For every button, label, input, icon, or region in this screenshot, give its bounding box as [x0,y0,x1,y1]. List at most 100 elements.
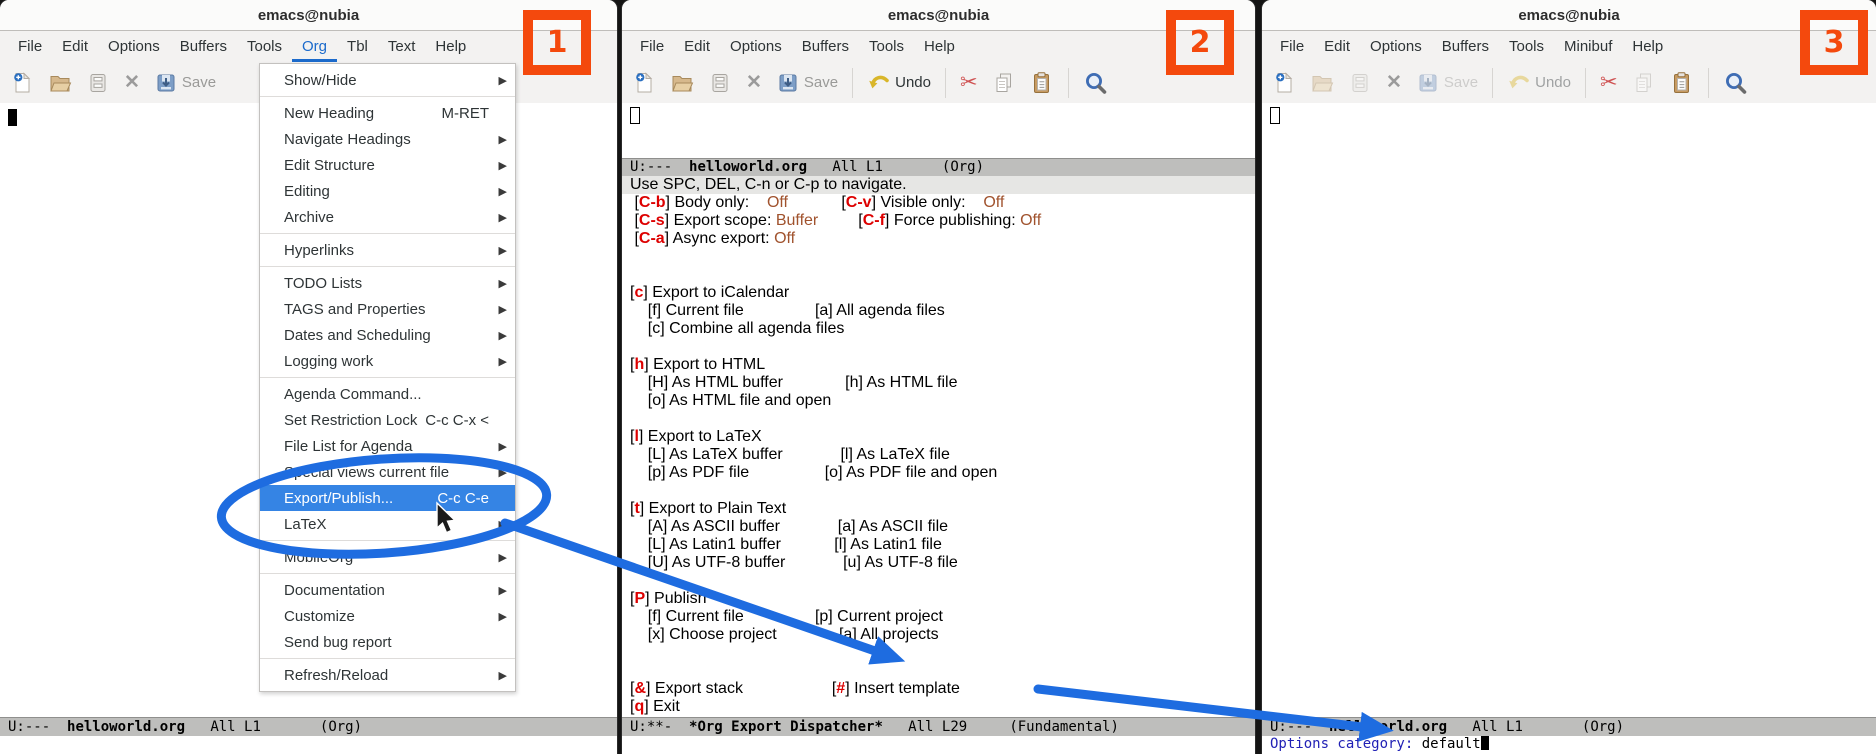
menu-item-label: Customize [284,608,495,625]
menu-tools[interactable]: Tools [859,31,914,62]
menu-item-send-bug-report[interactable]: Send bug report [260,629,515,655]
submenu-arrow-icon: ▶ [495,610,507,623]
menu-item-dates-and-scheduling[interactable]: Dates and Scheduling▶ [260,322,515,348]
window-title: emacs@nubia [1518,7,1619,24]
menu-help[interactable]: Help [1622,31,1673,62]
menu-item-hyperlinks[interactable]: Hyperlinks▶ [260,237,515,263]
search-button[interactable] [1083,70,1109,96]
title-bar[interactable]: emacs@nubia [1262,0,1876,31]
menu-item-label: TODO Lists [284,275,495,292]
copy-pages-button[interactable] [992,71,1016,95]
menu-edit[interactable]: Edit [1314,31,1360,62]
submenu-arrow-icon: ▶ [495,303,507,316]
save-floppy-icon [1416,71,1440,95]
dispatcher-line [622,338,1255,356]
new-file-button[interactable] [10,71,34,95]
menu-item-label: Navigate Headings [284,131,495,148]
copy-pages-button[interactable] [1632,71,1656,95]
menu-tbl[interactable]: Tbl [337,31,378,62]
menu-item-mobileorg[interactable]: MobileOrg▶ [260,544,515,570]
menu-options[interactable]: Options [720,31,792,62]
menu-item-editing[interactable]: Editing▶ [260,178,515,204]
save-drawer-button[interactable] [708,71,732,95]
open-folder-button[interactable] [48,71,72,95]
menu-item-refresh-reload[interactable]: Refresh/Reload▶ [260,662,515,688]
menu-edit[interactable]: Edit [52,31,98,62]
org-export-dispatcher[interactable]: Use SPC, DEL, C-n or C-p to navigate. [C… [622,176,1255,716]
toolbar: ✕ Save Undo ✂ [622,62,1255,104]
save-floppy-button[interactable]: Save [1416,71,1478,95]
toolbar-separator [852,68,853,98]
menu-file[interactable]: File [630,31,674,62]
menu-item-customize[interactable]: Customize▶ [260,603,515,629]
menu-item-tags-and-properties[interactable]: TAGS and Properties▶ [260,296,515,322]
menu-item-todo-lists[interactable]: TODO Lists▶ [260,270,515,296]
menu-item-documentation[interactable]: Documentation▶ [260,577,515,603]
screenshot-root: emacs@nubia FileEditOptionsBuffersToolsO… [0,0,1876,754]
save-drawer-button[interactable] [86,71,110,95]
menu-item-archive[interactable]: Archive▶ [260,204,515,230]
new-file-button[interactable] [1272,71,1296,95]
menu-item-latex[interactable]: LaTeX▶ [260,511,515,537]
menu-buffers[interactable]: Buffers [792,31,859,62]
menu-tools[interactable]: Tools [237,31,292,62]
menu-item-navigate-headings[interactable]: Navigate Headings▶ [260,126,515,152]
title-bar[interactable]: emacs@nubia [622,0,1255,31]
search-button[interactable] [1723,70,1749,96]
menu-item-agenda-command[interactable]: Agenda Command... [260,381,515,407]
menu-tools[interactable]: Tools [1499,31,1554,62]
scissors-button[interactable]: ✂ [960,71,978,95]
new-file-button[interactable] [632,71,656,95]
scissors-button[interactable]: ✂ [1600,71,1618,95]
paste-clipboard-icon [1670,71,1694,95]
undo-arrow-button[interactable]: Undo [1507,71,1571,95]
buffer-helloworld[interactable] [622,103,1255,158]
menu-item-edit-structure[interactable]: Edit Structure▶ [260,152,515,178]
minibuffer-echo-area[interactable]: Options category: default [1262,736,1876,754]
dispatcher-line: [L] As Latin1 buffer [l] As Latin1 file [622,536,1255,554]
menu-item-file-list-for-agenda[interactable]: File List for Agenda▶ [260,433,515,459]
submenu-arrow-icon: ▶ [495,185,507,198]
menu-org[interactable]: Org [292,31,337,62]
window-title: emacs@nubia [258,7,359,24]
close-x-button[interactable]: ✕ [1386,71,1402,95]
menu-buffers[interactable]: Buffers [170,31,237,62]
undo-arrow-button[interactable]: Undo [867,71,931,95]
toolbar-separator [1492,68,1493,98]
save-floppy-button[interactable]: Save [776,71,838,95]
menu-help[interactable]: Help [425,31,476,62]
open-folder-button[interactable] [670,71,694,95]
menu-buffers[interactable]: Buffers [1432,31,1499,62]
menu-options[interactable]: Options [98,31,170,62]
dispatcher-line: [c] Export to iCalendar [622,284,1255,302]
menu-item-new-heading[interactable]: New HeadingM-RET [260,100,515,126]
menu-item-label: Hyperlinks [284,242,495,259]
paste-clipboard-button[interactable] [1030,71,1054,95]
dispatcher-line [622,248,1255,266]
toolbar-button-label: Save [182,74,216,91]
menu-file[interactable]: File [1270,31,1314,62]
save-drawer-button[interactable] [1348,71,1372,95]
menu-item-show-hide[interactable]: Show/Hide▶ [260,67,515,93]
open-folder-button[interactable] [1310,71,1334,95]
menu-item-special-views-current-file[interactable]: Special views current file▶ [260,459,515,485]
menu-text[interactable]: Text [378,31,426,62]
menu-help[interactable]: Help [914,31,965,62]
menu-item-label: Edit Structure [284,157,495,174]
close-x-button[interactable]: ✕ [124,71,140,95]
menu-options[interactable]: Options [1360,31,1432,62]
menu-item-set-restriction-lock[interactable]: Set Restriction LockC-c C-x < [260,407,515,433]
paste-clipboard-button[interactable] [1670,71,1694,95]
buffer-helloworld[interactable] [1262,103,1876,717]
menu-edit[interactable]: Edit [674,31,720,62]
dispatcher-line [622,482,1255,500]
menu-file[interactable]: File [8,31,52,62]
menu-item-export-publish[interactable]: Export/Publish...C-c C-e [260,485,515,511]
dispatcher-line: [f] Current file [a] All agenda files [622,302,1255,320]
menu-separator [260,655,515,662]
save-floppy-button[interactable]: Save [154,71,216,95]
menu-item-label: Send bug report [284,634,495,651]
close-x-button[interactable]: ✕ [746,71,762,95]
menu-minibuf[interactable]: Minibuf [1554,31,1622,62]
menu-item-logging-work[interactable]: Logging work▶ [260,348,515,374]
